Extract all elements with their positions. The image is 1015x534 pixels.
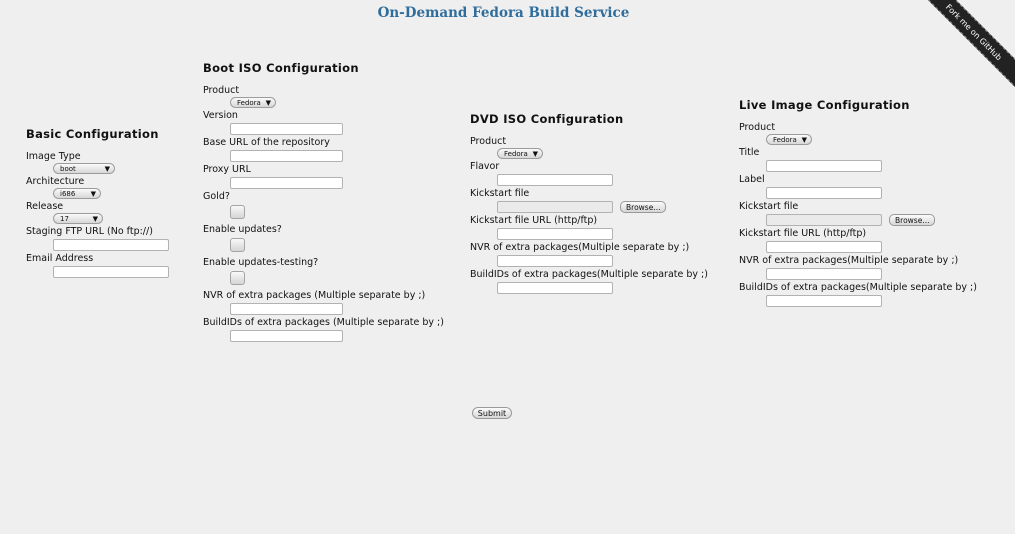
submit-button[interactable]: Submit xyxy=(472,407,512,419)
github-ribbon-label[interactable]: Fork me on GitHub xyxy=(925,0,1015,90)
live-buildids-label: BuildIDs of extra packages(Multiple sepa… xyxy=(739,282,977,293)
boot-product-select[interactable]: Fedora ▼ xyxy=(230,97,276,108)
dvd-flavor-input[interactable] xyxy=(497,174,613,186)
enable-updates-label: Enable updates? xyxy=(203,224,282,235)
image-type-label: Image Type xyxy=(26,151,81,162)
page-title: On-Demand Fedora Build Service xyxy=(377,5,630,21)
gold-checkbox[interactable] xyxy=(230,205,245,219)
dvd-flavor-label: Flavor xyxy=(470,161,500,172)
boot-nvr-label: NVR of extra packages (Multiple separate… xyxy=(203,290,426,301)
dvd-config-heading: DVD ISO Configuration xyxy=(470,112,624,126)
architecture-select[interactable]: i686 ▼ xyxy=(53,188,101,199)
live-nvr-input[interactable] xyxy=(766,268,882,280)
boot-product-label: Product xyxy=(203,85,240,96)
staging-ftp-input[interactable] xyxy=(53,239,169,251)
boot-product-value: Fedora xyxy=(237,99,261,107)
boot-buildids-input[interactable] xyxy=(230,330,343,342)
live-label-input[interactable] xyxy=(766,187,882,199)
dvd-kickstart-file-picker: Browse... xyxy=(497,201,710,213)
dvd-kickstart-url-label: Kickstart file URL (http/ftp) xyxy=(470,215,598,226)
live-kickstart-url-label: Kickstart file URL (http/ftp) xyxy=(739,228,867,239)
live-product-select[interactable]: Fedora ▼ xyxy=(766,134,812,145)
github-ribbon[interactable]: Fork me on GitHub xyxy=(925,0,1015,90)
live-kickstart-file-picker: Browse... xyxy=(766,214,984,226)
basic-config-section: Basic Configuration Image Type boot ▼ Arc… xyxy=(26,127,191,280)
gold-label: Gold? xyxy=(203,191,230,202)
live-label-label: Label xyxy=(739,174,765,185)
chevron-down-icon: ▼ xyxy=(801,136,807,144)
boot-buildids-label: BuildIDs of extra packages (Multiple sep… xyxy=(203,317,444,328)
architecture-label: Architecture xyxy=(26,176,85,187)
dvd-buildids-input[interactable] xyxy=(497,282,613,294)
live-buildids-input[interactable] xyxy=(766,295,882,307)
dvd-buildids-label: BuildIDs of extra packages(Multiple sepa… xyxy=(470,269,708,280)
dvd-nvr-label: NVR of extra packages(Multiple separate … xyxy=(470,242,690,253)
proxy-url-label: Proxy URL xyxy=(203,164,251,175)
boot-version-label: Version xyxy=(203,110,238,121)
release-label: Release xyxy=(26,201,64,212)
boot-config-heading: Boot ISO Configuration xyxy=(203,61,359,75)
live-nvr-label: NVR of extra packages(Multiple separate … xyxy=(739,255,959,266)
boot-nvr-input[interactable] xyxy=(230,303,343,315)
live-title-input[interactable] xyxy=(766,160,882,172)
image-type-value: boot xyxy=(60,165,76,173)
enable-updates-checkbox[interactable] xyxy=(230,238,245,252)
live-product-label: Product xyxy=(739,122,776,133)
email-label: Email Address xyxy=(26,253,94,264)
proxy-url-input[interactable] xyxy=(230,177,343,189)
dvd-product-value: Fedora xyxy=(504,150,528,158)
release-select[interactable]: 17 ▼ xyxy=(53,213,103,224)
live-kickstart-label: Kickstart file xyxy=(739,201,799,212)
base-url-label: Base URL of the repository xyxy=(203,137,330,148)
dvd-config-section: DVD ISO Configuration Product Fedora ▼ Fl… xyxy=(470,112,710,296)
staging-ftp-label: Staging FTP URL (No ftp://) xyxy=(26,226,153,237)
architecture-value: i686 xyxy=(60,190,76,198)
boot-version-input[interactable] xyxy=(230,123,343,135)
dvd-nvr-input[interactable] xyxy=(497,255,613,267)
enable-updates-testing-label: Enable updates-testing? xyxy=(203,257,319,268)
email-input[interactable] xyxy=(53,266,169,278)
live-title-label: Title xyxy=(739,147,760,158)
dvd-product-label: Product xyxy=(470,136,507,147)
boot-config-section: Boot ISO Configuration Product Fedora ▼ V… xyxy=(203,61,448,344)
chevron-down-icon: ▼ xyxy=(90,190,96,198)
image-type-select[interactable]: boot ▼ xyxy=(53,163,115,174)
dvd-product-select[interactable]: Fedora ▼ xyxy=(497,148,543,159)
release-value: 17 xyxy=(60,215,69,223)
live-browse-button[interactable]: Browse... xyxy=(889,214,936,226)
basic-config-heading: Basic Configuration xyxy=(26,127,159,141)
base-url-input[interactable] xyxy=(230,150,343,162)
live-config-heading: Live Image Configuration xyxy=(739,98,910,112)
chevron-down-icon: ▼ xyxy=(92,215,98,223)
dvd-kickstart-file-field[interactable] xyxy=(497,201,613,213)
live-config-section: Live Image Configuration Product Fedora ▼… xyxy=(739,98,984,309)
enable-updates-testing-checkbox[interactable] xyxy=(230,271,245,285)
chevron-down-icon: ▼ xyxy=(104,165,110,173)
live-kickstart-file-field[interactable] xyxy=(766,214,882,226)
dvd-kickstart-url-input[interactable] xyxy=(497,228,613,240)
dvd-browse-button[interactable]: Browse... xyxy=(620,201,667,213)
dvd-kickstart-label: Kickstart file xyxy=(470,188,530,199)
chevron-down-icon: ▼ xyxy=(532,150,538,158)
live-kickstart-url-input[interactable] xyxy=(766,241,882,253)
live-product-value: Fedora xyxy=(773,136,797,144)
chevron-down-icon: ▼ xyxy=(265,99,271,107)
